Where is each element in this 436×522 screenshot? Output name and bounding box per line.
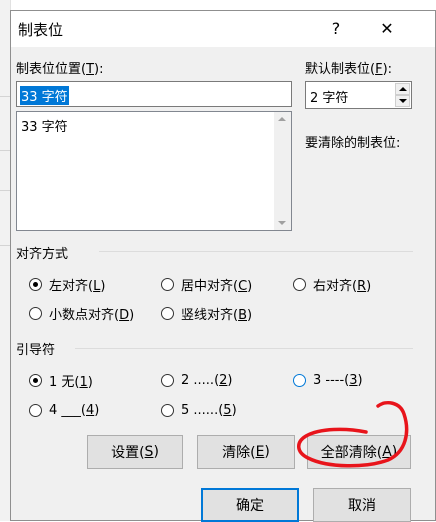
tab-position-list[interactable]: 33 字符	[16, 111, 292, 231]
set-button[interactable]: 设置(S)	[87, 435, 183, 469]
tab-position-input[interactable]: 33 字符	[16, 81, 292, 107]
radio-label: 5 ......(5)	[181, 402, 237, 418]
leader-group-title: 引导符	[16, 343, 56, 358]
align-bar-radio[interactable]: 竖线对齐(B)	[161, 304, 253, 323]
scroll-down-icon[interactable]	[278, 221, 286, 225]
alignment-group-title: 对齐方式	[16, 247, 69, 262]
clear-button[interactable]: 清除(E)	[197, 435, 295, 469]
spin-up-icon	[399, 87, 407, 91]
background-divider	[0, 96, 10, 97]
help-button[interactable]: ?	[314, 11, 358, 45]
align-right-radio[interactable]: 右对齐(R)	[293, 275, 372, 294]
align-decimal-radio[interactable]: 小数点对齐(D)	[29, 304, 135, 323]
leader-dashes-radio[interactable]: 3 ----(3)	[293, 371, 363, 389]
default-tab-spinner[interactable]: 2 字符	[305, 81, 412, 109]
radio-label: 右对齐(R)	[313, 278, 372, 294]
red-annotation-circle	[297, 400, 409, 468]
radio-label: 小数点对齐(D)	[49, 307, 135, 323]
radio-button[interactable]	[293, 277, 306, 291]
radio-label: 4 ___(4)	[49, 402, 100, 418]
radio-button[interactable]	[161, 277, 174, 291]
spin-down-button[interactable]	[395, 95, 410, 107]
radio-button[interactable]	[29, 373, 42, 387]
default-tab-label: 默认制表位(F):	[305, 62, 393, 77]
scroll-up-icon[interactable]	[278, 117, 286, 121]
radio-button[interactable]	[29, 277, 42, 291]
radio-button[interactable]	[161, 306, 174, 320]
leader-underline-radio[interactable]: 4 ___(4)	[29, 401, 99, 419]
leader-middots-radio[interactable]: 5 ......(5)	[161, 401, 237, 419]
radio-button[interactable]	[29, 306, 42, 320]
radio-label: 竖线对齐(B)	[181, 307, 253, 323]
group-divider	[75, 348, 413, 349]
radio-label: 1 无(1)	[49, 374, 93, 390]
group-divider	[99, 251, 413, 252]
close-button[interactable]: ✕	[365, 11, 409, 45]
leader-none-radio[interactable]: 1 无(1)	[29, 371, 93, 390]
radio-button[interactable]	[29, 403, 42, 417]
radio-label: 3 ----(3)	[313, 372, 363, 388]
background-divider	[0, 190, 10, 191]
radio-button[interactable]	[161, 373, 174, 387]
spin-down-icon	[399, 99, 407, 103]
list-scrollbar[interactable]	[274, 112, 291, 230]
radio-label: 居中对齐(C)	[181, 278, 253, 294]
radio-button[interactable]	[293, 373, 306, 387]
cancel-button[interactable]: 取消	[313, 488, 411, 522]
tab-position-label: 制表位位置(T):	[16, 62, 104, 77]
default-tab-value: 2 字符	[310, 91, 349, 106]
radio-label: 左对齐(L)	[49, 278, 106, 294]
radio-label: 2 .....(2)	[181, 372, 233, 388]
list-item[interactable]: 33 字符	[21, 116, 68, 135]
radio-button[interactable]	[161, 403, 174, 417]
dialog-title: 制表位	[18, 21, 64, 39]
tabs-to-clear-label: 要清除的制表位:	[305, 136, 401, 151]
ok-button[interactable]: 确定	[201, 488, 299, 522]
background-divider	[0, 150, 10, 151]
background-divider	[0, 245, 10, 246]
spin-up-button[interactable]	[395, 83, 410, 95]
title-bar: 制表位 ? ✕	[11, 11, 435, 47]
leader-dots-radio[interactable]: 2 .....(2)	[161, 371, 233, 389]
align-left-radio[interactable]: 左对齐(L)	[29, 275, 106, 294]
align-center-radio[interactable]: 居中对齐(C)	[161, 275, 253, 294]
tab-position-value: 33 字符	[20, 86, 69, 105]
